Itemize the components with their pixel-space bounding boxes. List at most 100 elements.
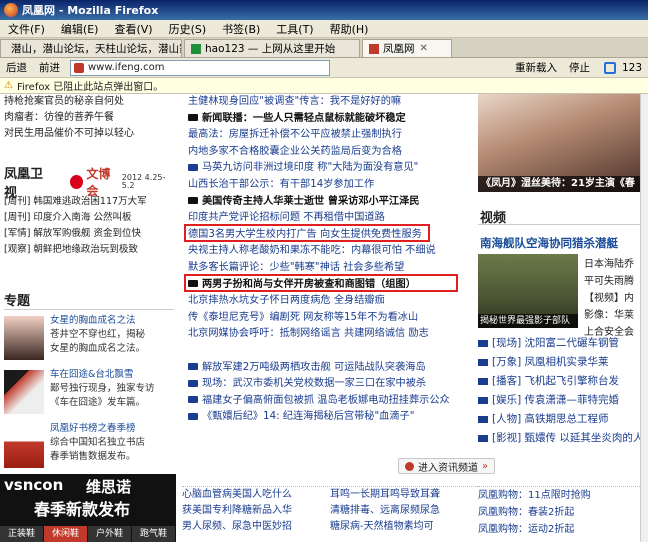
popup-blocked-bar[interactable]: ⚠ Firefox 已阻止此站点弹出窗口。 — [0, 78, 648, 94]
news-headline: 新闻联播：一些人只需轻点鼠标就能破坏稳定 — [202, 112, 406, 124]
list-item[interactable]: 平可失雨腾 — [584, 273, 640, 290]
shoe-ad-banner[interactable]: vsncon 维思诺 春季新款发布 正装鞋 休闲鞋 户外鞋 跑气鞋 — [0, 474, 176, 542]
list-item[interactable]: 日本海陆乔 — [584, 256, 640, 273]
news-item[interactable]: 北京摔热水坑女子怀日两度病危 全身结瓣痂 — [188, 293, 466, 310]
list-item[interactable]: 【视频】内 — [584, 290, 640, 307]
list-item[interactable]: [娱乐] 传袁潇潇—菲特完婚 — [478, 391, 640, 410]
ad-category[interactable]: 跑气鞋 — [132, 526, 175, 542]
news-item[interactable]: 新闻联播：一些人只需轻点鼠标就能破坏稳定 — [188, 111, 466, 128]
link[interactable]: 男人尿频、尿急中医妙招 — [182, 519, 330, 535]
ifeng-icon — [369, 43, 379, 54]
video-headline[interactable]: 南海舰队空海协同猎杀潜艇 — [480, 235, 618, 251]
link[interactable]: 凤凰购物：11点限时抢购 — [478, 487, 640, 504]
list-item[interactable]: [现场] 沈阳富二代碾车钢管 — [478, 334, 640, 353]
feature-thumbnail[interactable] — [4, 424, 44, 468]
feature-thumbnail[interactable] — [4, 370, 44, 414]
tab-bar: 潜山，潜山论坛，天柱山论坛，潜山家… hao123 — 上网从这里开始 凤凰网 … — [0, 38, 648, 58]
feature-desc: 综合中国知名独立书店 — [50, 437, 146, 448]
link[interactable]: 清糖排毒、远离尿频尿急 — [330, 503, 478, 519]
list-item[interactable]: [观察] 朝鲜把地缘政治玩到极致 — [4, 242, 174, 258]
list-item[interactable]: [万象] 凤凰相机实录华莱 — [478, 353, 640, 372]
news-item[interactable]: 现场：武汉市委机关党校数据一家三口在家中被杀 — [188, 376, 466, 393]
news-headline: 《甄嬛后纪》14: 纪连海揭秘后宫带秘"血滴子" — [202, 411, 415, 423]
menu-help[interactable]: 帮助(H) — [322, 21, 377, 37]
feature-item[interactable]: 女星的胸血成名之法 苍井空不穿也红，揭秘 女星的胸血成名之法。 — [4, 312, 176, 364]
link[interactable]: 凤凰购物：春装2折起 — [478, 504, 640, 521]
stop-button[interactable]: 停止 — [563, 60, 596, 75]
highlight-box — [184, 224, 430, 242]
reload-button[interactable]: 重新载入 — [509, 60, 563, 75]
list-item[interactable]: 持枪抢案官员的秘亲自何处 — [4, 94, 174, 110]
url-bar[interactable]: www.ifeng.com — [70, 59, 330, 76]
feature-thumbnail[interactable] — [4, 316, 44, 360]
news-item[interactable]: 山西长治干部公示：有干部14岁参加工作 — [188, 177, 466, 194]
feature-title[interactable]: 凤凰好书榜之春季榜 — [50, 422, 174, 436]
list-item[interactable]: [周刊] 韩国难逃政治困117万大军 — [4, 194, 174, 210]
news-item[interactable]: 内地多家不合格胶囊企业公关药监局后变为合格 — [188, 144, 466, 161]
menu-bookmarks[interactable]: 书签(B) — [214, 21, 268, 37]
forward-button[interactable]: 前进 — [33, 60, 66, 75]
vertical-scrollbar[interactable] — [640, 94, 648, 542]
news-item[interactable]: 福建女子偏高俯面包被抓 温岛老板娜电动扭挂葬示公众 — [188, 393, 466, 410]
back-button[interactable]: 后退 — [0, 60, 33, 75]
feature-item[interactable]: 车在囧途&台北飘雪 鄙号独行现身，独家专访 《车在囧途》发车篇。 — [4, 366, 176, 418]
list-item[interactable]: [人物] 高铁期思总工程师 — [478, 410, 640, 429]
list-item[interactable]: [周刊] 印度介入南海 公然叫板 — [4, 210, 174, 226]
ad-category[interactable]: 休闲鞋 — [44, 526, 87, 542]
list-item[interactable]: 对民生用品催价不可掉以轻心 — [4, 126, 174, 142]
feature-item[interactable]: 凤凰好书榜之春季榜 综合中国知名独立书店 春季销售数据发布。 — [4, 420, 176, 472]
link[interactable]: 凤凰购物：运动2折起 — [478, 521, 640, 538]
list-item[interactable]: [播客] 飞机起飞引擎称台发 — [478, 372, 640, 391]
tab-qianshan[interactable]: 潜山，潜山论坛，天柱山论坛，潜山家… — [0, 39, 182, 57]
page-icon — [191, 43, 201, 54]
menu-edit[interactable]: 编辑(E) — [53, 21, 107, 37]
menu-history[interactable]: 历史(S) — [161, 21, 215, 37]
menu-tools[interactable]: 工具(T) — [268, 21, 321, 37]
close-icon[interactable]: ✕ — [420, 43, 428, 54]
url-text: www.ifeng.com — [88, 62, 165, 73]
list-item[interactable]: [军情] 解放军购俄舰 资金到位快 — [4, 226, 174, 242]
news-item[interactable]: 最高法：房屋拆迁补偿不公平应被禁止强制执行 — [188, 127, 466, 144]
news-item[interactable]: 《甄嬛后纪》14: 纪连海揭秘后宫带秘"血滴子" — [188, 409, 466, 426]
news-item[interactable]: 主健林现身回应"被调查"传言：我不是好好的嘛 — [188, 94, 466, 111]
list-item[interactable]: [影视] 甄嬛传 以延其坐炎肉的人 — [478, 429, 640, 448]
video-thumbnail[interactable]: 揭秘世界最强影子部队 — [478, 254, 578, 328]
news-item[interactable]: 北京网媒协会呼吁：抵制网络谣言 共建网络诚信 励志 — [188, 326, 466, 343]
link[interactable]: 心脑血管病美国人吃什么 — [182, 487, 330, 503]
feature-photo[interactable]: 《凤月》湿丝美待：21岁主演《春 — [478, 94, 640, 192]
video-icon — [188, 114, 198, 122]
news-item[interactable]: 传《泰坦尼克号》编剧死 网友称等15年不为看冰山 — [188, 310, 466, 327]
expo-icon — [70, 175, 84, 189]
news-item[interactable]: 解放军建2万吨级两栖攻击舰 可运陆战队突袭海岛 — [188, 360, 466, 377]
zhuanti-title[interactable]: 专题 — [4, 294, 30, 309]
video-icon — [478, 396, 488, 404]
link[interactable]: 糖尿病-天然植物素均可 — [330, 519, 478, 535]
list-item[interactable]: 影像：华莱 — [584, 307, 640, 324]
video-caption[interactable]: 揭秘世界最强影子部队 — [478, 314, 578, 328]
tab-ifeng[interactable]: 凤凰网 ✕ — [362, 39, 452, 57]
feature-title[interactable]: 女星的胸血成名之法 — [50, 314, 174, 328]
link[interactable]: 耳鸣一长期耳鸣导致耳聋 — [330, 487, 478, 503]
menu-view[interactable]: 查看(V) — [106, 21, 160, 37]
news-item[interactable]: 马英九访问非洲过境印度 称"大陆为面没有意见" — [188, 160, 466, 177]
search-badge: 123 — [621, 61, 642, 74]
search-engine-icon[interactable] — [603, 61, 616, 74]
news-item[interactable]: 美国传奇主持人华莱士逝世 曾采访邓小平江泽民 — [188, 194, 466, 211]
news-list: 主健林现身回应"被调查"传言：我不是好好的嘛 新闻联播：一些人只需轻点鼠标就能破坏… — [188, 94, 466, 426]
feature-title[interactable]: 车在囧途&台北飘雪 — [50, 368, 174, 382]
ad-category[interactable]: 正装鞋 — [0, 526, 43, 542]
ad-brand: vsncon — [4, 476, 64, 494]
news-item[interactable]: 央视主持人称老酸奶和果冻不能吃：内幕很可怕 不细说 — [188, 243, 466, 260]
tab-label: hao123 — 上网从这里开始 — [205, 43, 336, 55]
list-item[interactable]: 肉瘤者：彷徨的菩养午餐 — [4, 110, 174, 126]
news-headline: 北京摔热水坑女子怀日两度病危 全身结瓣痂 — [188, 295, 385, 307]
zhuanti-header: 专题 — [4, 290, 174, 310]
photo-caption[interactable]: 《凤月》湿丝美待：21岁主演《春 — [478, 176, 640, 192]
more-news-button[interactable]: 进入资讯频道 » — [398, 458, 496, 474]
tab-hao123[interactable]: hao123 — 上网从这里开始 — [184, 39, 360, 57]
weishi-list: [周刊] 韩国难逃政治困117万大军 [周刊] 印度介入南海 公然叫板 [军情]… — [4, 194, 174, 258]
menu-file[interactable]: 文件(F) — [0, 21, 53, 37]
ad-category[interactable]: 户外鞋 — [88, 526, 131, 542]
link[interactable]: 获美国专利降糖新品入华 — [182, 503, 330, 519]
expo-date: 2012 4.25-5.2 — [121, 173, 166, 190]
